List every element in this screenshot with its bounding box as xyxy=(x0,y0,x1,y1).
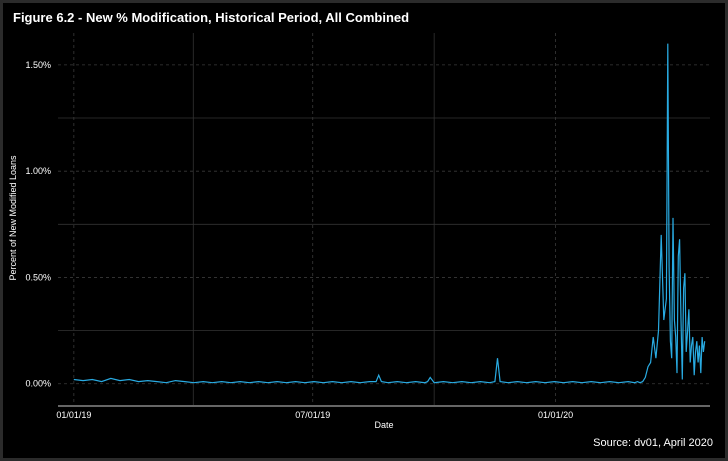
chart-title: Figure 6.2 - New % Modification, Histori… xyxy=(13,10,409,25)
tick-labels: 01/01/19 07/01/19 01/01/20 0.00% 0.50% 1.00% 1… xyxy=(25,60,573,420)
x-axis-label: Date xyxy=(374,420,393,430)
y-tick-label: 0.00% xyxy=(25,379,51,389)
x-tick-label: 07/01/19 xyxy=(295,410,330,420)
gridlines xyxy=(58,33,710,405)
y-tick-label: 1.50% xyxy=(25,60,51,70)
y-tick-label: 1.00% xyxy=(25,166,51,176)
chart-frame: Figure 6.2 - New % Modification, Histori… xyxy=(3,3,725,458)
y-axis-label: Percent of New Modified Loans xyxy=(8,155,18,281)
x-tick-label: 01/01/20 xyxy=(538,410,573,420)
y-tick-label: 0.50% xyxy=(25,272,51,282)
line-chart: Figure 6.2 - New % Modification, Histori… xyxy=(8,10,713,449)
source-note: Source: dv01, April 2020 xyxy=(593,437,713,449)
x-tick-label: 01/01/19 xyxy=(56,410,91,420)
series-line xyxy=(73,43,706,384)
